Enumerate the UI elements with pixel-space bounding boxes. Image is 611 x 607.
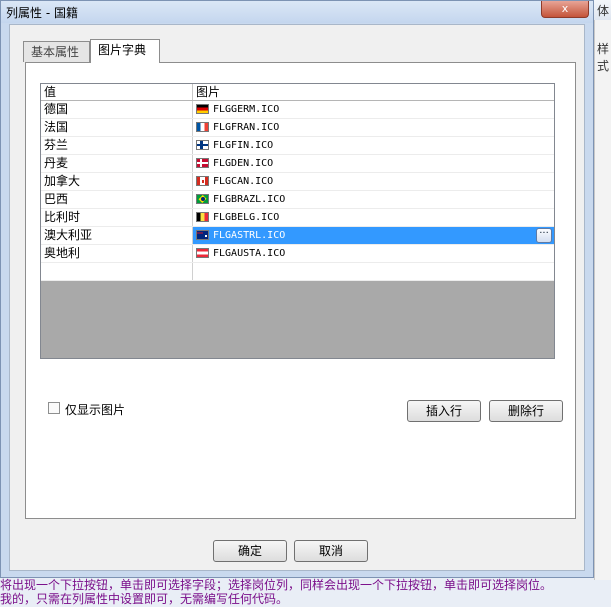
brazil-flag-icon: [196, 194, 209, 204]
window-title: 列属性 - 国籍: [6, 6, 78, 20]
ok-button[interactable]: 确定: [213, 540, 287, 562]
value-cell[interactable]: 澳大利亚: [41, 227, 193, 244]
image-cell[interactable]: FLGBRAZL.ICO: [193, 191, 554, 208]
background-right-label: 样式: [597, 42, 610, 73]
image-dictionary-grid[interactable]: 值 图片 德国 FLGGERM.ICO 法国 FLGFRAN.ICO 芬兰 FL…: [40, 83, 555, 359]
grid-rows: 德国 FLGGERM.ICO 法国 FLGFRAN.ICO 芬兰 FLGFIN.…: [41, 101, 554, 281]
show-image-only-label[interactable]: 仅显示图片: [65, 401, 125, 418]
show-image-only-checkbox[interactable]: [48, 402, 60, 414]
value-cell[interactable]: 芬兰: [41, 137, 193, 154]
table-row[interactable]: 德国 FLGGERM.ICO: [41, 101, 554, 119]
australia-flag-icon: [196, 230, 209, 240]
delete-row-button[interactable]: 删除行: [489, 400, 563, 422]
france-flag-icon: [196, 122, 209, 132]
browse-image-button[interactable]: ···: [536, 228, 552, 243]
germany-flag-icon: [196, 104, 209, 114]
value-cell[interactable]: 加拿大: [41, 173, 193, 190]
image-filename: FLGASTRL.ICO: [213, 230, 286, 241]
image-dictionary-panel: 值 图片 德国 FLGGERM.ICO 法国 FLGFRAN.ICO 芬兰 FL…: [25, 62, 576, 519]
image-cell[interactable]: FLGBELG.ICO: [193, 209, 554, 226]
image-cell[interactable]: FLGDEN.ICO: [193, 155, 554, 172]
column-header-image[interactable]: 图片: [193, 84, 554, 100]
background-right-label-top: 体: [597, 4, 610, 18]
image-filename: FLGFIN.ICO: [213, 140, 274, 151]
image-filename: FLGCAN.ICO: [213, 176, 274, 187]
image-cell[interactable]: FLGFIN.ICO: [193, 137, 554, 154]
table-row[interactable]: 巴西 FLGBRAZL.ICO: [41, 191, 554, 209]
background-text-line-2: 我的，只需在列属性中设置即可，无需编写任何代码。: [0, 592, 289, 606]
table-row[interactable]: 芬兰 FLGFIN.ICO: [41, 137, 554, 155]
close-icon: x: [561, 2, 569, 15]
image-cell[interactable]: FLGAUSTA.ICO: [193, 245, 554, 262]
image-cell[interactable]: FLGGERM.ICO: [193, 101, 554, 118]
image-filename: FLGDEN.ICO: [213, 158, 274, 169]
table-row-selected[interactable]: 澳大利亚 FLGASTRL.ICO ···: [41, 227, 554, 245]
denmark-flag-icon: [196, 158, 209, 168]
table-row[interactable]: 丹麦 FLGDEN.ICO: [41, 155, 554, 173]
background-document-text: 将出现一个下拉按钮，单击即可选择字段；选择岗位列，同样会出现一个下拉按钮，单击即…: [0, 578, 611, 606]
image-filename: FLGBRAZL.ICO: [213, 194, 286, 205]
image-cell[interactable]: FLGFRAN.ICO: [193, 119, 554, 136]
image-filename: FLGFRAN.ICO: [213, 122, 280, 133]
column-properties-dialog: 列属性 - 国籍 x 基本属性 图片字典 值 图片 德国 FLGGERM.ICO: [0, 0, 594, 578]
value-cell[interactable]: 奥地利: [41, 245, 193, 262]
canada-flag-icon: [196, 176, 209, 186]
background-text-line-1: 将出现一个下拉按钮，单击即可选择字段；选择岗位列，同样会出现一个下拉按钮，单击即…: [0, 578, 553, 592]
title-bar[interactable]: 列属性 - 国籍 x: [1, 1, 593, 23]
image-cell[interactable]: [193, 263, 554, 280]
dialog-client-area: 基本属性 图片字典 值 图片 德国 FLGGERM.ICO 法国 FLGFRAN…: [9, 24, 585, 571]
tab-basic-properties[interactable]: 基本属性: [23, 41, 90, 62]
image-cell[interactable]: FLGASTRL.ICO: [193, 227, 554, 244]
austria-flag-icon: [196, 248, 209, 258]
insert-row-button[interactable]: 插入行: [407, 400, 481, 422]
grid-header: 值 图片: [41, 84, 554, 101]
background-right-panel: [594, 20, 611, 580]
close-button[interactable]: x: [541, 1, 589, 18]
image-filename: FLGGERM.ICO: [213, 104, 280, 115]
value-cell[interactable]: 德国: [41, 101, 193, 118]
value-cell[interactable]: 法国: [41, 119, 193, 136]
table-row[interactable]: 奥地利 FLGAUSTA.ICO: [41, 245, 554, 263]
new-row-placeholder[interactable]: [41, 263, 554, 281]
belgium-flag-icon: [196, 212, 209, 222]
column-header-value[interactable]: 值: [41, 84, 193, 100]
table-row[interactable]: 加拿大 FLGCAN.ICO: [41, 173, 554, 191]
image-filename: FLGAUSTA.ICO: [213, 248, 286, 259]
value-cell[interactable]: 巴西: [41, 191, 193, 208]
table-row[interactable]: 比利时 FLGBELG.ICO: [41, 209, 554, 227]
value-cell[interactable]: 比利时: [41, 209, 193, 226]
value-cell[interactable]: 丹麦: [41, 155, 193, 172]
value-cell[interactable]: [41, 263, 193, 280]
finland-flag-icon: [196, 140, 209, 150]
tab-image-dictionary[interactable]: 图片字典: [90, 39, 160, 63]
image-cell[interactable]: FLGCAN.ICO: [193, 173, 554, 190]
table-row[interactable]: 法国 FLGFRAN.ICO: [41, 119, 554, 137]
cancel-button[interactable]: 取消: [294, 540, 368, 562]
ellipsis-icon: ···: [539, 228, 549, 239]
image-filename: FLGBELG.ICO: [213, 212, 280, 223]
